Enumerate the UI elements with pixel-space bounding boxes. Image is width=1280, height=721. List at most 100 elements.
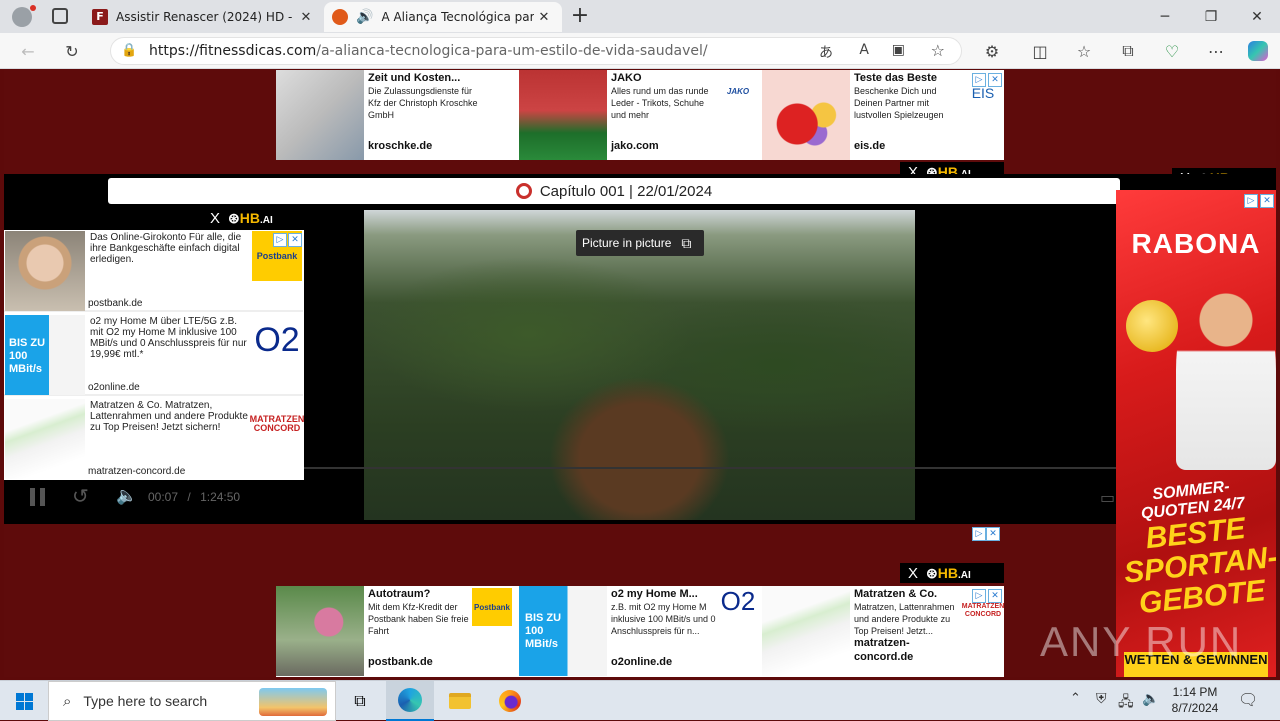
ad-o2-bottom[interactable]: BIS ZU 100 MBit/s o2 my Home M... z.B. m… bbox=[519, 586, 759, 676]
immersive-reader-icon[interactable]: ▣ bbox=[892, 42, 905, 58]
player-figure bbox=[1176, 270, 1276, 470]
pip-label: Picture in picture bbox=[582, 236, 672, 250]
ad-image bbox=[5, 399, 85, 479]
back-icon[interactable]: ← bbox=[16, 39, 40, 63]
ad-close-icon[interactable]: ✕ bbox=[988, 587, 1002, 603]
hb-close-icon[interactable]: X bbox=[900, 565, 926, 582]
ad-domain: postbank.de bbox=[368, 656, 433, 668]
chapter-bar: Capítulo 001 | 22/01/2024 bbox=[108, 178, 1120, 204]
ad-choices-icon[interactable]: ▷ bbox=[972, 527, 986, 541]
rabona-ad[interactable]: ▷ ✕ RABONA SOMMER- QUOTEN 24/7 BESTE SPO… bbox=[1116, 190, 1276, 677]
browser-toolbar: ← ↻ 🔒 https://fitnessdicas.com/a-alianca… bbox=[0, 33, 1280, 69]
ad-close-icon[interactable]: ✕ bbox=[1260, 192, 1274, 208]
ad-domain: o2online.de bbox=[611, 656, 673, 668]
ad-close-icon[interactable]: ✕ bbox=[988, 71, 1002, 87]
notifications-icon[interactable]: 🗨 bbox=[1238, 690, 1258, 709]
copilot-icon[interactable] bbox=[1246, 39, 1270, 63]
network-icon[interactable]: 🖧 bbox=[1118, 691, 1134, 715]
security-tray-icon[interactable]: ⛨ bbox=[1096, 691, 1107, 707]
ad-domain: eis.de bbox=[854, 140, 886, 152]
cast-icon[interactable]: ▭ bbox=[1100, 488, 1115, 507]
minimize-button[interactable]: ─ bbox=[1142, 0, 1188, 33]
volume-tray-icon[interactable]: 🔈 bbox=[1142, 691, 1159, 707]
profile-icon[interactable] bbox=[12, 5, 36, 27]
ad-headline: SOMMER- QUOTEN 24/7 BESTE SPORTAN- GEBOT… bbox=[1122, 478, 1276, 621]
task-view-icon[interactable]: ⧉ bbox=[336, 681, 384, 721]
hb-ad-bar-left: X ⊛HB.AI bbox=[202, 208, 302, 228]
read-aloud-icon[interactable]: A bbox=[859, 42, 869, 58]
new-tab-button[interactable]: + bbox=[568, 4, 592, 28]
progress-bar[interactable] bbox=[304, 467, 1120, 469]
hb-ad-bar-bottom: X ⊛HB.AI bbox=[900, 563, 1004, 583]
tab-close-icon[interactable]: ✕ bbox=[534, 10, 554, 25]
more-menu-icon[interactable]: ⋯ bbox=[1204, 39, 1228, 63]
performance-icon[interactable]: ♡ bbox=[1160, 39, 1184, 63]
ad-matratzen-bottom[interactable]: Matratzen & Co. Matratzen, Lattenrahmen … bbox=[762, 586, 1004, 676]
ad-choices-icon[interactable]: ▷ bbox=[1244, 192, 1258, 208]
ad-image bbox=[519, 70, 607, 160]
ad-choices-icon[interactable]: ▷ bbox=[273, 231, 287, 247]
ad-text: Matratzen & Co. Matratzen, Lattenrahmen … bbox=[90, 400, 248, 433]
matratzen-concord-logo: MATRATZEN CONCORD bbox=[249, 414, 305, 433]
address-bar[interactable]: 🔒 https://fitnessdicas.com/a-alianca-tec… bbox=[110, 37, 962, 65]
ad-eis[interactable]: Teste das Beste Beschenke Dich und Deine… bbox=[762, 70, 1004, 160]
ad-image bbox=[276, 586, 364, 676]
ad-close-icon[interactable]: ✕ bbox=[288, 231, 302, 247]
ad-title: Autotraum? bbox=[368, 588, 431, 600]
ad-postbank[interactable]: Das Online-Girokonto Für alle, die ihre … bbox=[4, 230, 303, 312]
ad-choices-icon[interactable]: ▷ bbox=[972, 587, 986, 603]
o2-logo: O2 bbox=[720, 585, 756, 616]
top-ad-banner[interactable]: Zeit und Kosten... Die Zulassungsdienste… bbox=[276, 70, 1004, 160]
taskbar-search[interactable]: ⌕ Type here to search bbox=[48, 681, 336, 721]
collections-icon[interactable]: ⧉ bbox=[1116, 39, 1140, 63]
coin-graphic bbox=[1126, 300, 1178, 352]
extensions-icon[interactable]: ⚙ bbox=[980, 39, 1004, 63]
ad-image: BIS ZU 100 MBit/s bbox=[519, 586, 607, 676]
taskbar: ⌕ Type here to search ⧉ ⌃ ⛨ 🖧 🔈 1:14 PM … bbox=[0, 680, 1280, 721]
clock[interactable]: 1:14 PM 8/7/2024 bbox=[1166, 684, 1224, 716]
favorite-star-icon[interactable]: ☆ bbox=[931, 41, 945, 60]
translate-icon[interactable]: あ bbox=[819, 42, 833, 62]
ad-kroschke[interactable]: Zeit und Kosten... Die Zulassungsdienste… bbox=[276, 70, 516, 160]
ad-postbank-auto[interactable]: Autotraum? Mit dem Kfz-Kredit der Postba… bbox=[276, 586, 516, 676]
rewind-10-icon[interactable]: ↺ bbox=[72, 484, 89, 508]
ad-matratzen[interactable]: Matratzen & Co. Matratzen, Lattenrahmen … bbox=[4, 398, 305, 480]
ad-choices-icon[interactable]: ▷ bbox=[972, 71, 986, 87]
duration: 1:24:50 bbox=[200, 490, 241, 504]
ad-text: Mit dem Kfz-Kredit der Postbank haben Si… bbox=[368, 602, 469, 636]
audio-playing-icon[interactable]: 🔊 bbox=[356, 9, 373, 25]
tab-close-icon[interactable]: ✕ bbox=[296, 10, 316, 25]
clock-date: 8/7/2024 bbox=[1171, 701, 1219, 715]
tab-title: Assistir Renascer (2024) HD - Nov bbox=[116, 10, 296, 24]
ad-close-icon[interactable]: ✕ bbox=[986, 527, 1000, 541]
clock-time: 1:14 PM bbox=[1172, 685, 1218, 699]
pip-button[interactable]: Picture in picture ⧉ bbox=[576, 230, 704, 256]
bottom-ad-banner[interactable]: Autotraum? Mit dem Kfz-Kredit der Postba… bbox=[276, 586, 1004, 677]
jako-logo: JAKO bbox=[726, 86, 750, 96]
hb-close-icon[interactable]: X bbox=[202, 210, 228, 227]
start-button[interactable] bbox=[0, 681, 48, 721]
ad-title: Teste das Beste bbox=[854, 72, 937, 84]
lock-icon[interactable]: 🔒 bbox=[121, 43, 137, 58]
ad-title: Zeit und Kosten... bbox=[368, 72, 461, 84]
ad-domain: postbank.de bbox=[88, 298, 143, 309]
split-screen-icon[interactable]: ◫ bbox=[1028, 39, 1052, 63]
tab-renascer[interactable]: F Assistir Renascer (2024) HD - Nov ✕ bbox=[84, 2, 324, 32]
edge-taskbar-icon[interactable] bbox=[386, 681, 434, 721]
favorites-icon[interactable]: ☆ bbox=[1072, 39, 1096, 63]
refresh-icon[interactable]: ↻ bbox=[60, 39, 84, 63]
tab-alianca[interactable]: 🔊 A Aliança Tecnológica para um E ✕ bbox=[324, 2, 562, 32]
url-host: https://fitnessdicas.com bbox=[149, 43, 317, 59]
ad-image bbox=[5, 231, 85, 311]
video-frame[interactable] bbox=[364, 210, 915, 520]
ad-o2[interactable]: BIS ZU 100 MBit/s o2 my Home M über LTE/… bbox=[4, 314, 303, 396]
file-explorer-icon[interactable] bbox=[436, 681, 484, 721]
maximize-button[interactable]: ❐ bbox=[1188, 0, 1234, 33]
tab-actions-icon[interactable] bbox=[52, 8, 68, 24]
show-hidden-icons[interactable]: ⌃ bbox=[1070, 691, 1081, 706]
firefox-icon[interactable] bbox=[486, 681, 534, 721]
ad-jako[interactable]: JAKO Alles rund um das runde Leder - Tri… bbox=[519, 70, 759, 160]
pause-icon[interactable] bbox=[30, 488, 46, 506]
close-window-button[interactable]: ✕ bbox=[1234, 0, 1280, 33]
volume-icon[interactable]: 🔈 bbox=[116, 486, 137, 506]
